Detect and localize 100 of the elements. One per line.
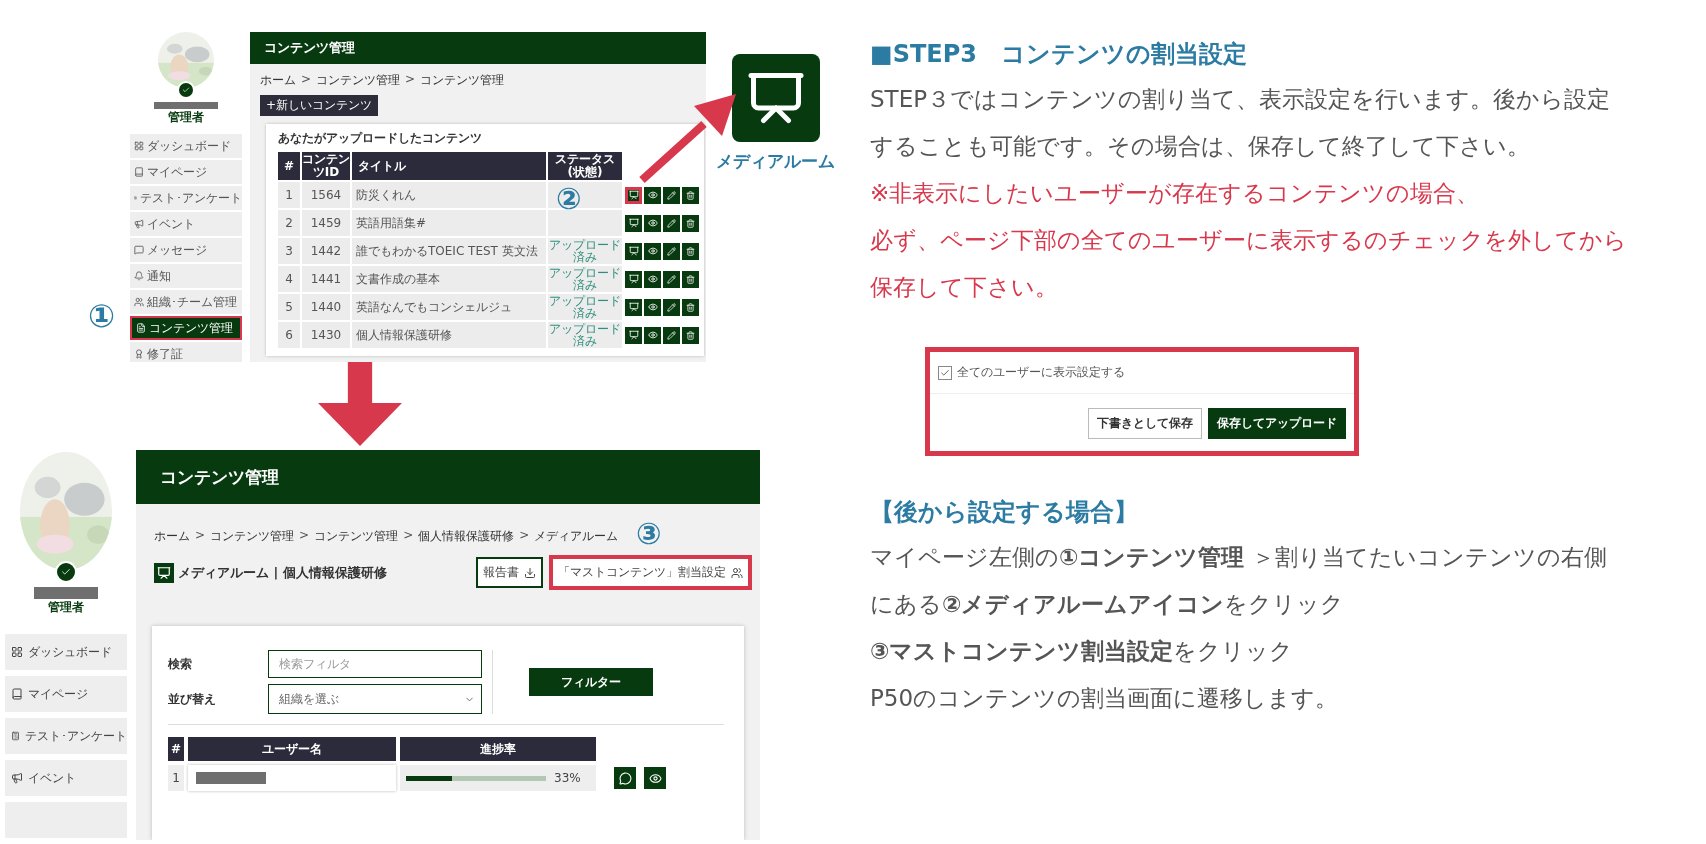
table-cell: 1441 — [302, 266, 350, 292]
checkbox[interactable] — [938, 365, 952, 380]
calculator-icon — [11, 730, 20, 742]
document-icon — [136, 323, 146, 333]
table-cell: 1459 — [302, 210, 350, 236]
delete-button[interactable] — [682, 326, 699, 344]
breadcrumb-link[interactable]: 個人情報保護研修 — [418, 528, 515, 545]
breadcrumb-link[interactable]: コンテンツ管理 — [314, 528, 399, 545]
sort-select[interactable]: 組織を選ぶ — [268, 684, 482, 714]
trash-icon — [686, 190, 695, 200]
progress-reading: 33% — [554, 771, 581, 785]
edit-button[interactable] — [663, 326, 680, 344]
bell-icon — [134, 271, 144, 281]
view-button[interactable] — [644, 298, 661, 316]
search-field[interactable]: 検索フィルタ — [268, 650, 482, 678]
edit-button[interactable] — [663, 186, 680, 204]
table-cell: 防災くれん — [352, 182, 546, 208]
presentation-icon — [628, 190, 639, 200]
table-cell: 1564 — [302, 182, 350, 208]
edit-button[interactable] — [663, 214, 680, 232]
table-cell: 1442 — [302, 238, 350, 264]
table-cell: 2 — [278, 210, 300, 236]
view-button[interactable] — [644, 270, 661, 288]
view-button[interactable] — [644, 186, 661, 204]
filter-button[interactable]: フィルター — [529, 668, 653, 696]
presentation-icon — [628, 302, 639, 312]
save-upload-button[interactable]: 保存してアップロード — [1208, 408, 1346, 439]
delete-button[interactable] — [682, 214, 699, 232]
sidebar-item[interactable]: マイページ — [5, 676, 127, 712]
eye-icon — [647, 330, 658, 340]
report-button[interactable]: 報告書 — [476, 557, 543, 588]
checkbox-label: 全てのユーザーに表示設定する — [957, 364, 1125, 381]
breadcrumb-link[interactable]: コンテンツ管理 — [210, 528, 295, 545]
sidebar-item[interactable]: マイページ — [130, 160, 242, 184]
media-room-button[interactable] — [625, 214, 642, 232]
media-room-label: メディアルーム — [716, 150, 835, 173]
eye-icon — [647, 302, 658, 312]
media-room-button[interactable] — [625, 326, 642, 344]
breadcrumb-link[interactable]: メディアルーム — [534, 528, 619, 545]
pencil-icon — [667, 330, 676, 340]
new-content-button[interactable]: +新しいコンテンツ — [260, 95, 379, 116]
table-cell: 1 — [168, 765, 184, 791]
delete-button[interactable] — [682, 242, 699, 260]
sidebar-item[interactable]: メッセージ — [130, 238, 242, 262]
table-cell: 個人情報保護研修 — [352, 322, 546, 348]
table-cell: 5 — [278, 294, 300, 320]
download-icon — [524, 566, 536, 579]
step-marker: ③ — [636, 519, 662, 549]
delete-button[interactable] — [682, 298, 699, 316]
eye-icon — [647, 274, 658, 284]
speech-bubble-icon — [618, 771, 632, 785]
megaphone-icon — [134, 219, 144, 229]
sidebar-item[interactable]: コンテンツ管理 — [130, 316, 242, 340]
view-button[interactable] — [644, 326, 661, 344]
delete-button[interactable] — [682, 270, 699, 288]
media-room-button[interactable] — [625, 242, 642, 260]
table-cell: 英語用語集# — [352, 210, 546, 236]
comment-button[interactable] — [614, 767, 636, 789]
breadcrumb-link[interactable]: ホーム — [260, 72, 296, 89]
table-cell: 1 — [278, 182, 300, 208]
table-cell: 1430 — [302, 322, 350, 348]
section-heading: ■STEP3 コンテンツの割当設定 — [870, 39, 1248, 70]
award-icon — [134, 349, 144, 359]
sidebar-item[interactable]: ダッシュボード — [5, 634, 127, 670]
sidebar-item[interactable]: 組織･チーム管理 — [130, 290, 242, 314]
assign-button[interactable]: 「マストコンテンツ」割当設定 — [549, 555, 752, 590]
breadcrumb-separator: > — [195, 528, 206, 544]
breadcrumb-link[interactable]: ホーム — [154, 528, 190, 545]
sidebar-item[interactable]: テスト･アンケート — [5, 718, 127, 754]
table-cell: 4 — [278, 266, 300, 292]
column-header: # — [278, 152, 300, 180]
view-button[interactable] — [644, 767, 666, 789]
page-header: コンテンツ管理 — [136, 450, 760, 504]
pencil-icon — [667, 246, 676, 256]
sidebar-item[interactable]: 通知 — [130, 264, 242, 288]
view-button[interactable] — [644, 242, 661, 260]
table-cell: 1440 — [302, 294, 350, 320]
media-room-button[interactable] — [625, 186, 642, 204]
sidebar-item[interactable]: テスト･アンケート — [130, 186, 242, 210]
breadcrumb-link[interactable]: コンテンツ管理 — [316, 72, 401, 89]
delete-button[interactable] — [682, 186, 699, 204]
sidebar-item[interactable]: ダッシュボード — [130, 134, 242, 158]
check-icon — [940, 367, 950, 378]
sidebar-item[interactable]: イベント — [130, 212, 242, 236]
media-room-button[interactable] — [625, 298, 642, 316]
step-marker: ① — [88, 300, 116, 332]
breadcrumb-link[interactable]: コンテンツ管理 — [420, 72, 505, 89]
warning-text: ※非表示にしたいユーザーが存在するコンテンツの場合、 — [870, 179, 1481, 208]
edit-button[interactable] — [663, 270, 680, 288]
eye-icon — [647, 246, 658, 256]
table-cell: 誰でもわかるTOEIC TEST 英文法 — [352, 238, 546, 264]
view-button[interactable] — [644, 214, 661, 232]
sidebar-item[interactable]: イベント — [5, 760, 127, 796]
edit-button[interactable] — [663, 242, 680, 260]
table-cell: 英語なんでもコンシェルジュ — [352, 294, 546, 320]
save-draft-button[interactable]: 下書きとして保存 — [1088, 408, 1202, 439]
paragraph: STEP３ではコンテンツの割り当て、表示設定を行います。後から設定することも可能です。その場合は、保存して終了して下さい。 — [870, 85, 1612, 161]
edit-button[interactable] — [663, 298, 680, 316]
sidebar-item[interactable]: 修了証 — [130, 342, 242, 362]
media-room-button[interactable] — [625, 270, 642, 288]
